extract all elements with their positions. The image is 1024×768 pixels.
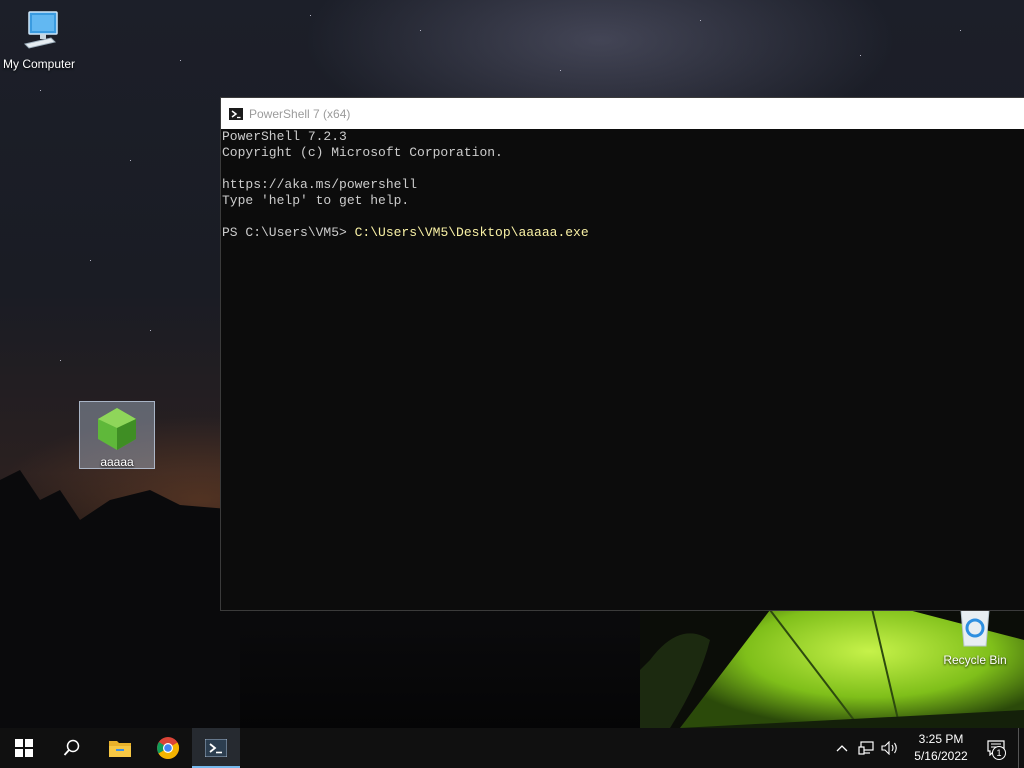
star [130, 160, 131, 161]
windows-start-icon [15, 739, 33, 757]
star [150, 330, 151, 331]
powershell-icon [229, 107, 243, 120]
star [60, 360, 61, 361]
window-title: PowerShell 7 (x64) [249, 106, 351, 121]
desktop-icon-aaaaa[interactable]: aaaaa [79, 401, 155, 469]
desktop-icon-recycle-bin[interactable]: Recycle Bin [936, 606, 1014, 667]
volume-button[interactable] [878, 728, 902, 768]
console-line: ​ [222, 209, 1023, 225]
chrome-button[interactable] [144, 728, 192, 768]
computer-icon [24, 11, 58, 49]
desktop-icon-label: My Computer [2, 57, 76, 71]
console-line: Copyright (c) Microsoft Corporation. [222, 145, 503, 160]
window-titlebar[interactable]: PowerShell 7 (x64) [221, 98, 1024, 129]
desktop-icon-label: aaaaa [100, 455, 134, 469]
search-button[interactable] [48, 728, 96, 768]
green-gem-icon [98, 408, 136, 450]
desktop-icon-label: Recycle Bin [943, 653, 1007, 667]
mountain-silhouette [0, 470, 240, 728]
show-hidden-icons-button[interactable] [830, 728, 854, 768]
show-desktop-button[interactable] [1018, 728, 1024, 768]
console-line: ​ [222, 161, 1023, 177]
console-prompt-line: PS C:\Users\VM5> C:\Users\VM5\Desktop\aa… [222, 225, 1023, 241]
star [560, 70, 561, 71]
desktop-icon-my-computer[interactable]: My Computer [0, 8, 78, 71]
action-center-button[interactable]: 1 [976, 728, 1016, 768]
console-line: https://aka.ms/powershell [222, 177, 418, 192]
network-icon [858, 741, 874, 755]
recycle-bin-icon [960, 609, 990, 647]
console-prompt: PS C:\Users\VM5> [222, 225, 355, 240]
powershell-icon [205, 739, 227, 757]
search-icon [63, 739, 80, 756]
star [700, 20, 701, 21]
console-command: C:\Users\VM5\Desktop\aaaaa.exe [354, 225, 589, 240]
volume-icon [881, 741, 897, 755]
console-line: Type 'help' to get help. [222, 193, 410, 208]
taskbar: 3:25 PM 5/16/2022 1 [0, 728, 1024, 768]
star [310, 15, 311, 16]
desktop-background: My Computer aaaaa Recycle Bin PowerShell… [0, 0, 1024, 728]
powershell-taskbar-button[interactable] [192, 728, 240, 768]
file-explorer-icon [109, 741, 131, 757]
system-tray: 3:25 PM 5/16/2022 1 [830, 728, 1024, 768]
file-explorer-button[interactable] [96, 728, 144, 768]
star [90, 260, 91, 261]
chrome-icon [157, 737, 179, 759]
powershell-window[interactable]: PowerShell 7 (x64) PowerShell 7.2.3 Copyr… [221, 98, 1024, 610]
star [40, 90, 41, 91]
network-button[interactable] [854, 728, 878, 768]
start-button[interactable] [0, 728, 48, 768]
star [960, 30, 961, 31]
taskbar-clock[interactable]: 3:25 PM 5/16/2022 [906, 731, 976, 765]
console-line: PowerShell 7.2.3 [222, 129, 347, 144]
star [420, 30, 421, 31]
clock-date: 5/16/2022 [914, 749, 968, 763]
console-output[interactable]: PowerShell 7.2.3 Copyright (c) Microsoft … [221, 129, 1024, 241]
chevron-up-icon [836, 745, 848, 752]
notification-count-badge: 1 [992, 746, 1006, 760]
star [180, 60, 181, 61]
clock-time: 3:25 PM [918, 732, 964, 746]
star [860, 55, 861, 56]
